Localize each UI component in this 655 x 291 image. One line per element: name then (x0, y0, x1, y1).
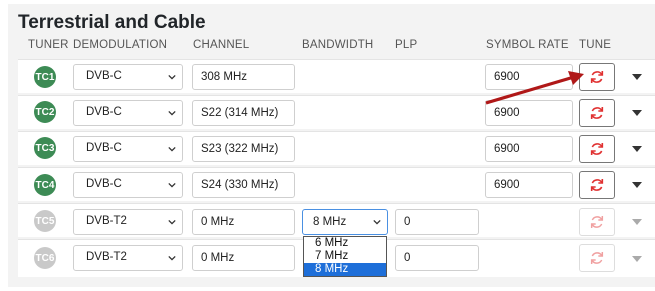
refresh-icon (590, 252, 604, 264)
channel-value: S22 (314 MHz) (201, 107, 279, 119)
bandwidth-option[interactable]: 6 MHz (304, 237, 386, 250)
chevron-down-icon (373, 219, 381, 225)
channel-input[interactable]: 0 MHz (192, 245, 295, 271)
channel-value: S23 (322 MHz) (201, 143, 279, 155)
col-header-demodulation: DEMODULATION (73, 39, 168, 51)
refresh-icon (590, 179, 604, 191)
demodulation-select[interactable]: DVB-C (73, 172, 183, 198)
chevron-down-icon (168, 110, 176, 116)
channel-value: S24 (330 MHz) (201, 179, 279, 191)
caret-down-icon[interactable] (632, 146, 642, 152)
chevron-down-icon (168, 146, 176, 152)
refresh-icon (590, 107, 604, 119)
demodulation-value: DVB-C (86, 70, 122, 82)
bandwidth-select[interactable]: 8 MHz (302, 209, 388, 235)
bandwidth-dropdown-list: 6 MHz 7 MHz 8 MHz (303, 236, 387, 277)
channel-input[interactable]: S24 (330 MHz) (192, 172, 295, 198)
demodulation-value: DVB-C (86, 142, 122, 154)
plp-value: 0 (404, 216, 411, 228)
tuner-badge: TC5 (34, 210, 56, 232)
refresh-icon (590, 216, 604, 228)
symbol-rate-value: 6900 (494, 143, 520, 155)
refresh-icon (590, 71, 604, 83)
demodulation-select[interactable]: DVB-C (73, 64, 183, 90)
demodulation-select[interactable]: DVB-T2 (73, 245, 183, 271)
tune-button[interactable] (579, 244, 615, 272)
refresh-icon (590, 143, 604, 155)
channel-input[interactable]: 308 MHz (192, 64, 295, 90)
channel-input[interactable]: S22 (314 MHz) (192, 100, 295, 126)
caret-down-icon[interactable] (632, 110, 642, 116)
tuner-badge: TC1 (34, 66, 56, 88)
demodulation-select[interactable]: DVB-C (73, 100, 183, 126)
tuner-badge: TC4 (34, 174, 56, 196)
tuner-badge: TC2 (34, 101, 56, 123)
demodulation-select[interactable]: DVB-T2 (73, 209, 183, 235)
col-header-tune: TUNE (579, 39, 612, 51)
col-header-bandwidth: BANDWIDTH (302, 39, 374, 51)
caret-down-icon[interactable] (632, 74, 642, 80)
symbol-rate-input[interactable]: 6900 (485, 136, 573, 162)
caret-down-icon[interactable] (632, 219, 642, 225)
channel-input[interactable]: 0 MHz (192, 209, 295, 235)
tune-button[interactable] (579, 208, 615, 236)
col-header-symbol-rate: SYMBOL RATE (486, 39, 569, 51)
bandwidth-option-selected[interactable]: 8 MHz (304, 263, 386, 276)
tune-button[interactable] (579, 171, 615, 199)
bandwidth-value: 8 MHz (313, 216, 347, 228)
chevron-down-icon (168, 219, 176, 225)
symbol-rate-value: 6900 (494, 179, 520, 191)
demodulation-value: DVB-C (86, 178, 122, 190)
channel-value: 0 MHz (201, 216, 235, 228)
channel-value: 0 MHz (201, 252, 235, 264)
demodulation-value: DVB-C (86, 106, 122, 118)
col-header-plp: PLP (395, 39, 418, 51)
caret-down-icon[interactable] (632, 182, 642, 188)
tuner-badge: TC3 (34, 137, 56, 159)
plp-value: 0 (404, 252, 411, 264)
caret-down-icon[interactable] (632, 256, 642, 262)
demodulation-value: DVB-T2 (86, 215, 127, 227)
demodulation-value: DVB-T2 (86, 251, 127, 263)
demodulation-select[interactable]: DVB-C (73, 136, 183, 162)
tune-button[interactable] (579, 135, 615, 163)
page-title: Terrestrial and Cable (18, 12, 206, 33)
chevron-down-icon (168, 182, 176, 188)
chevron-down-icon (168, 74, 176, 80)
plp-input[interactable]: 0 (395, 245, 479, 271)
col-header-tuner: TUNER (28, 39, 69, 51)
annotation-arrow (485, 71, 584, 105)
channel-value: 308 MHz (201, 71, 248, 83)
tuner-badge: TC6 (34, 247, 56, 269)
chevron-down-icon (168, 255, 176, 261)
plp-input[interactable]: 0 (395, 209, 479, 235)
channel-input[interactable]: S23 (322 MHz) (192, 136, 295, 162)
col-header-channel: CHANNEL (193, 39, 250, 51)
bandwidth-option[interactable]: 7 MHz (304, 250, 386, 263)
symbol-rate-input[interactable]: 6900 (485, 172, 573, 198)
